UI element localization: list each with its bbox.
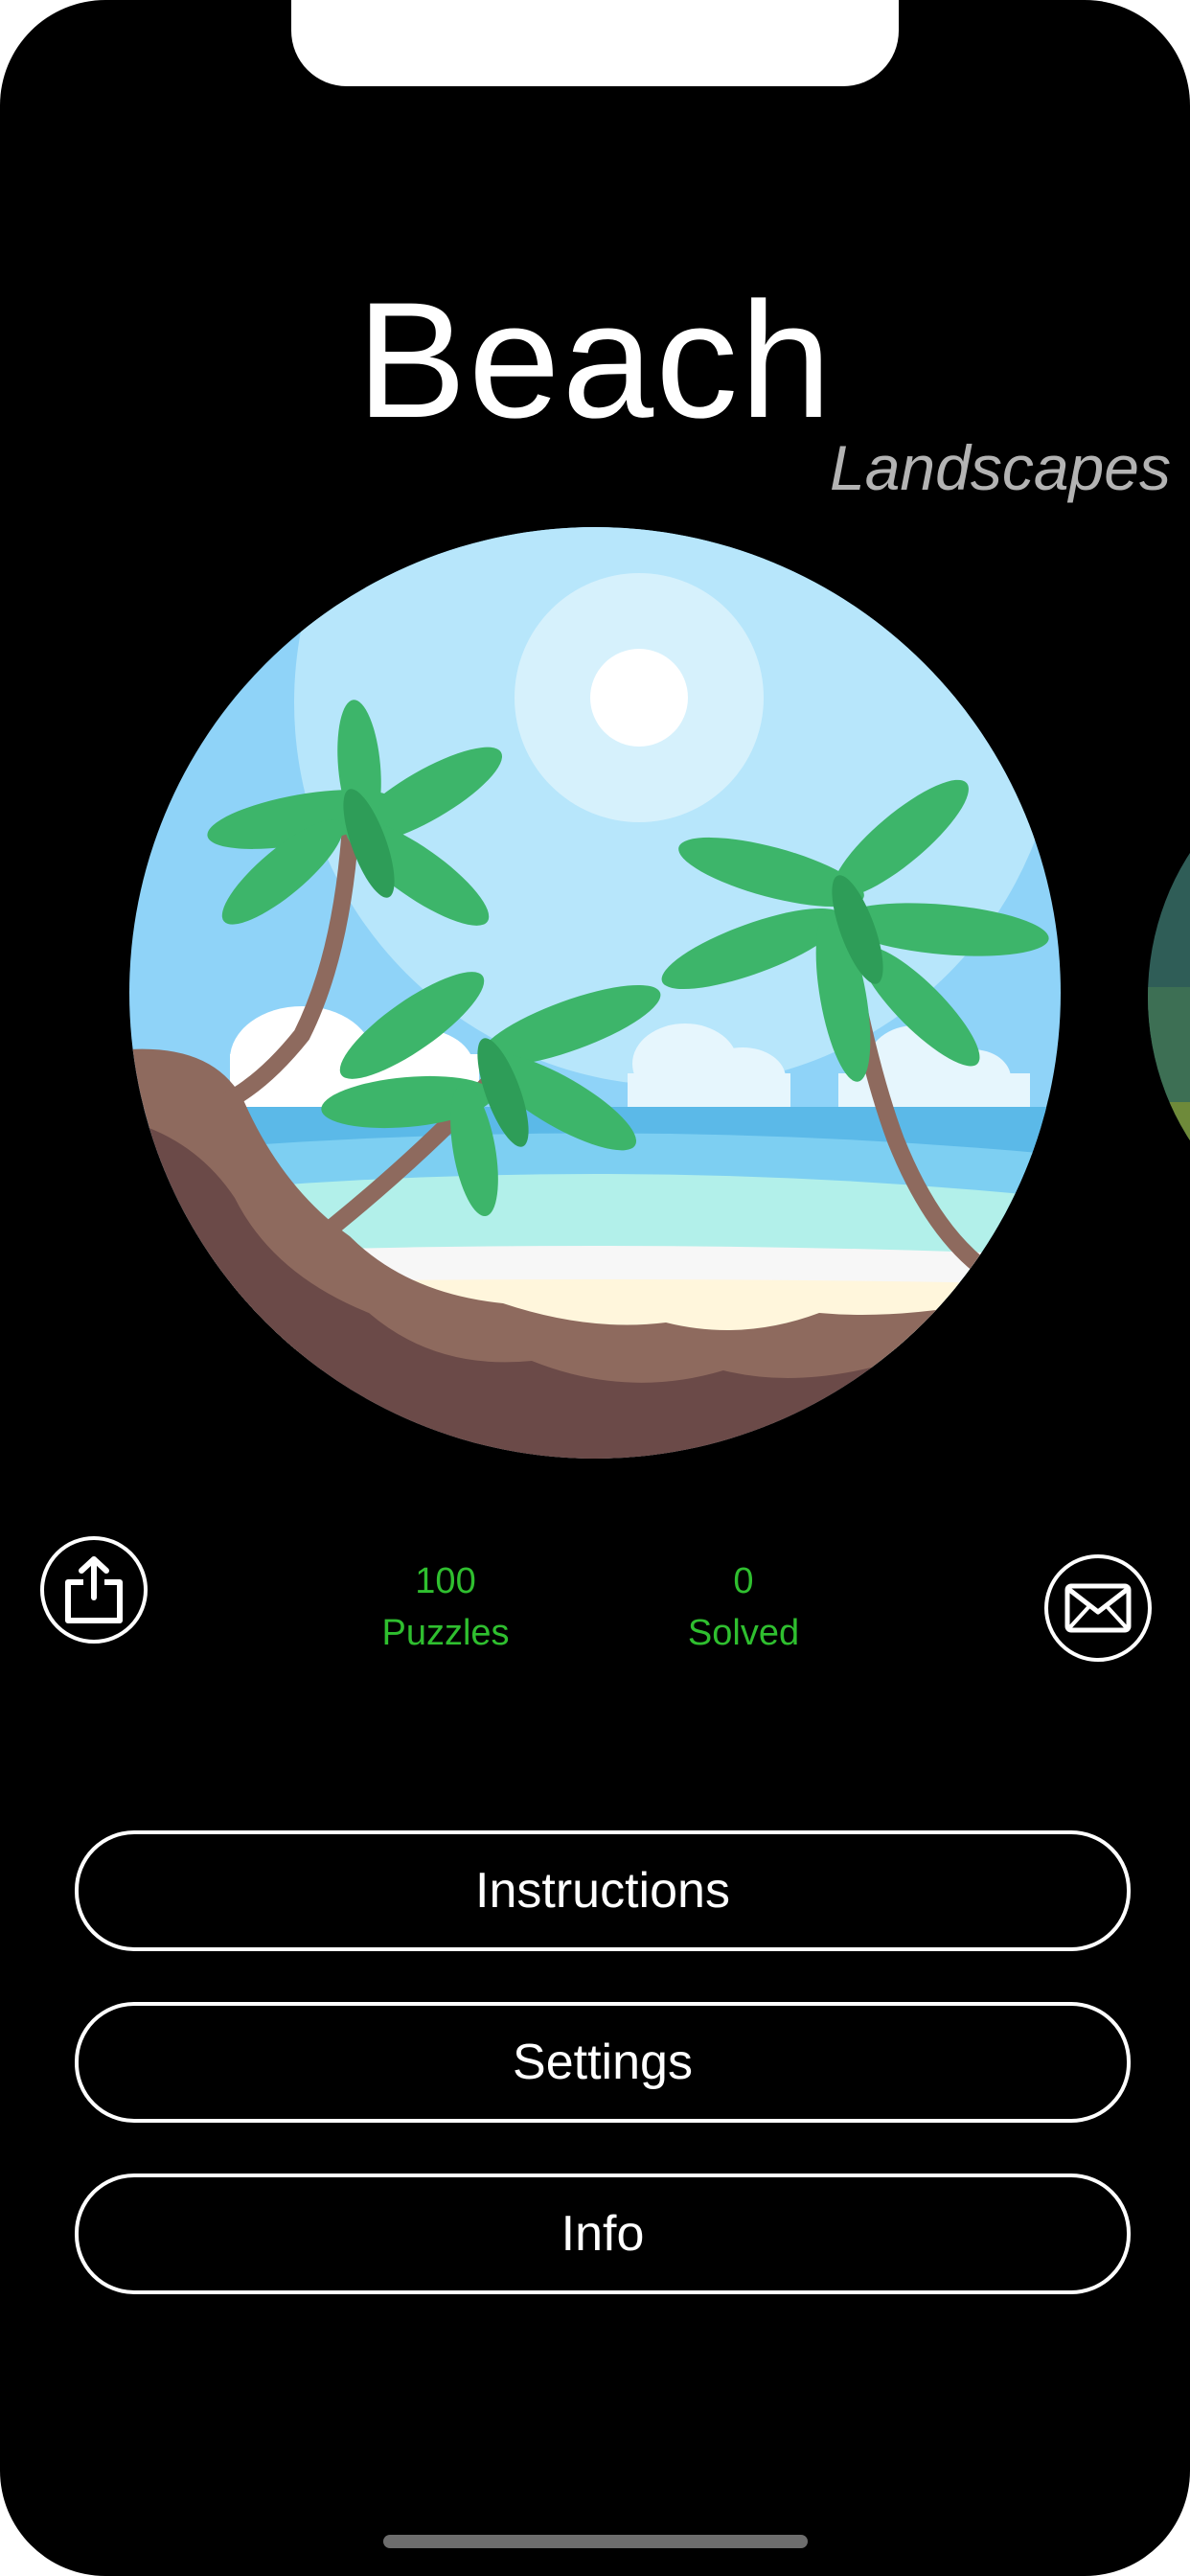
solved-count: 0 bbox=[733, 1561, 754, 1601]
app-screen: Beach Landscapes 100 Puzzles 0 Solved In… bbox=[0, 0, 1190, 2576]
settings-button[interactable]: Settings bbox=[75, 2002, 1131, 2123]
puzzles-stat: 100 Puzzles bbox=[350, 1555, 541, 1659]
puzzles-count: 100 bbox=[415, 1561, 476, 1601]
solved-label: Solved bbox=[687, 1613, 800, 1653]
puzzle-title: Beach bbox=[356, 268, 834, 452]
category-label: Landscapes bbox=[830, 432, 1171, 503]
share-icon bbox=[65, 1556, 123, 1623]
instructions-button[interactable]: Instructions bbox=[75, 1830, 1131, 1951]
solved-stat: 0 Solved bbox=[648, 1555, 839, 1659]
home-indicator[interactable] bbox=[383, 2535, 808, 2548]
next-puzzle-preview[interactable] bbox=[1148, 748, 1190, 1246]
mail-icon bbox=[1064, 1583, 1132, 1633]
mail-button[interactable] bbox=[1044, 1554, 1152, 1662]
info-button[interactable]: Info bbox=[75, 2174, 1131, 2294]
beach-illustration[interactable] bbox=[129, 527, 1061, 1459]
device-notch bbox=[291, 0, 899, 86]
share-button[interactable] bbox=[40, 1536, 148, 1644]
puzzles-label: Puzzles bbox=[381, 1613, 510, 1653]
